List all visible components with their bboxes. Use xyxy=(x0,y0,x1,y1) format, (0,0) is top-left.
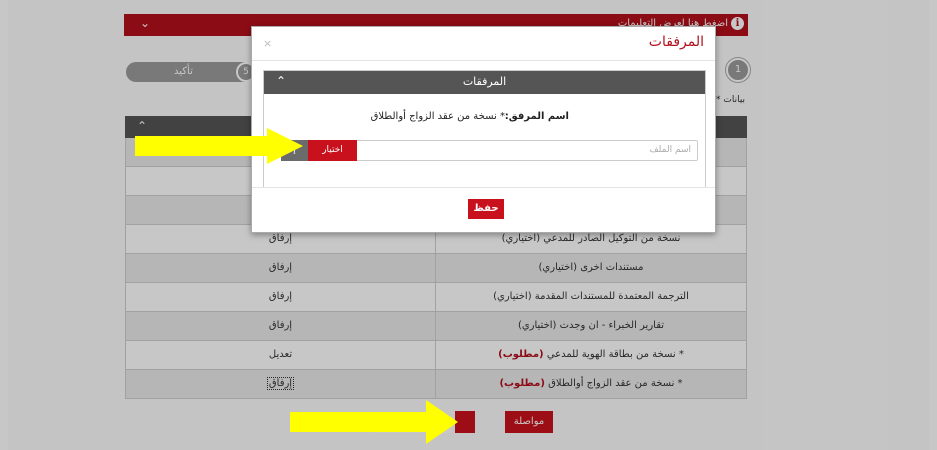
chevron-up-icon[interactable]: ⌃ xyxy=(276,74,286,88)
divider xyxy=(252,187,715,188)
choose-file-button[interactable]: اختيار xyxy=(308,140,357,161)
save-button[interactable]: حفظ xyxy=(468,199,504,219)
attachments-dialog: المرفقات × المرفقات ⌃ اسم المرفق: * نسخة… xyxy=(251,26,716,233)
attachment-name-value: * نسخة من عقد الزواج أوالطلاق xyxy=(370,111,505,122)
yellow-arrow-bottom xyxy=(290,400,458,444)
attachment-name-label: اسم المرفق: xyxy=(504,111,569,122)
section-header[interactable]: المرفقات ⌃ xyxy=(264,71,705,94)
page: ⌄ اضغط هنا لعرض التعليمات i تأكيد 5 1 * … xyxy=(0,0,937,450)
section-title: المرفقات xyxy=(462,75,507,88)
close-icon[interactable]: × xyxy=(263,37,272,50)
dialog-title: المرفقات xyxy=(648,34,704,50)
divider xyxy=(252,60,715,61)
yellow-arrow-top xyxy=(135,128,303,164)
attachments-section: المرفقات ⌃ اسم المرفق: * نسخة من عقد الز… xyxy=(263,70,706,188)
